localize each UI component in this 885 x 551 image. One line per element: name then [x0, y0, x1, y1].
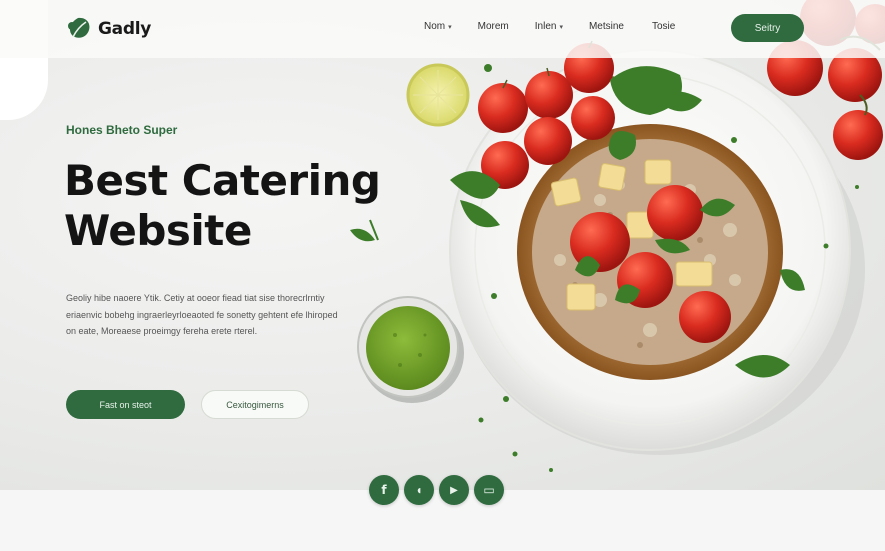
nav-item-tosie[interactable]: Tosie	[652, 21, 675, 32]
play-icon[interactable]: ▶	[439, 475, 469, 505]
headline-line-1: Best Catering	[64, 156, 381, 205]
nav-item-nom[interactable]: Nom ▾	[424, 21, 452, 32]
headline-line-2: Website	[64, 206, 252, 255]
top-navbar: Gadly Nom ▾ Morem Inlen ▾ Metsine Tosie …	[0, 0, 885, 58]
nav-item-metsine[interactable]: Metsine	[589, 21, 624, 32]
nav-cta-button[interactable]: Seitry	[731, 14, 804, 42]
nav-item-label: Morem	[477, 21, 509, 32]
brand-logo[interactable]: Gadly	[64, 14, 151, 44]
hero-description: Geoliy hibe naoere Ytik. Cetiy at ooeor …	[66, 293, 338, 336]
chat-icon[interactable]: ◖	[404, 475, 434, 505]
chevron-down-icon: ▾	[559, 23, 563, 31]
brand-name: Gadly	[98, 19, 152, 39]
nav-item-morem[interactable]: Morem	[478, 21, 509, 32]
facebook-icon[interactable]: f	[369, 475, 399, 505]
hero-section: Gadly Nom ▾ Morem Inlen ▾ Metsine Tosie …	[0, 0, 885, 490]
leaf-logo-icon	[68, 17, 90, 38]
nav-item-label: Tosie	[651, 21, 676, 32]
nav-item-inlen[interactable]: Inlen ▾	[535, 21, 563, 32]
hero-eyebrow: Hones Bheto Super	[66, 123, 178, 137]
chevron-down-icon: ▾	[448, 23, 452, 31]
nav-item-label: Inlen	[534, 21, 557, 32]
nav-item-label: Metsine	[588, 21, 624, 32]
nav-links: Nom ▾ Morem Inlen ▾ Metsine Tosie	[424, 21, 675, 32]
hero-headline: Best Catering Website	[64, 156, 424, 256]
social-links: f ◖ ▶ ▭	[369, 475, 504, 505]
primary-cta-button[interactable]: Fast on steot	[66, 390, 185, 419]
nav-item-label: Nom	[424, 21, 446, 32]
secondary-cta-button[interactable]: Cexitogimerns	[201, 390, 309, 419]
video-icon[interactable]: ▭	[474, 475, 504, 505]
